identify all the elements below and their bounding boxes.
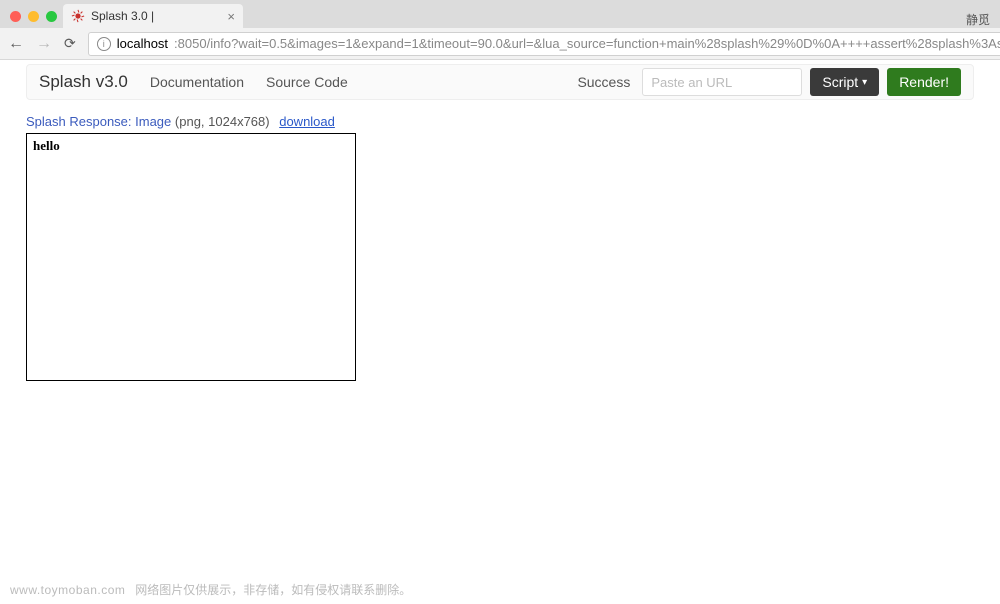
response-meta: (png, 1024x768): [175, 114, 270, 129]
reload-button[interactable]: ⟳: [64, 35, 76, 52]
rendered-image: hello: [26, 133, 356, 381]
status-badge: Success: [577, 74, 630, 90]
site-info-icon[interactable]: i: [97, 37, 111, 51]
forward-button[interactable]: →: [36, 35, 52, 53]
rendered-text: hello: [33, 138, 349, 154]
content-area: Splash Response: Image (png, 1024x768) d…: [0, 100, 1000, 395]
app-brand: Splash v3.0: [39, 72, 128, 92]
tab-title: Splash 3.0 |: [91, 9, 221, 23]
browser-tab[interactable]: Splash 3.0 | ×: [63, 4, 243, 28]
close-window-button[interactable]: [10, 11, 21, 22]
render-button[interactable]: Render!: [887, 68, 961, 96]
watermark-host: www.toymoban.com: [10, 583, 125, 597]
script-button-label: Script: [822, 74, 858, 90]
url-host: localhost: [117, 36, 168, 51]
render-button-label: Render!: [899, 74, 949, 90]
response-type: Image: [135, 114, 171, 129]
nav-link-source-code[interactable]: Source Code: [266, 74, 348, 90]
minimize-window-button[interactable]: [28, 11, 39, 22]
app-navbar: Splash v3.0 Documentation Source Code Su…: [26, 64, 974, 100]
response-header: Splash Response: Image (png, 1024x768) d…: [26, 114, 974, 129]
splash-favicon-icon: [71, 9, 85, 23]
back-button[interactable]: ←: [8, 35, 24, 53]
browser-profile-label: 静觅: [966, 7, 1000, 28]
browser-toolbar: ← → ⟳ i localhost :8050/info?wait=0.5&ima…: [0, 28, 1000, 60]
close-tab-icon[interactable]: ×: [227, 9, 235, 24]
watermark-note: 网络图片仅供展示，非存储，如有侵权请联系删除。: [135, 583, 411, 597]
caret-down-icon: ▾: [862, 77, 867, 88]
watermark: www.toymoban.com 网络图片仅供展示，非存储，如有侵权请联系删除。: [10, 581, 411, 598]
window-controls: [8, 11, 63, 28]
url-path: :8050/info?wait=0.5&images=1&expand=1&ti…: [174, 36, 1000, 51]
download-link[interactable]: download: [279, 114, 335, 129]
response-prefix: Splash Response:: [26, 114, 132, 129]
maximize-window-button[interactable]: [46, 11, 57, 22]
navbar-right: Success Script ▾ Render!: [577, 68, 961, 96]
url-input[interactable]: [642, 68, 802, 96]
browser-tab-strip: Splash 3.0 | × 静觅: [0, 0, 1000, 28]
script-dropdown-button[interactable]: Script ▾: [810, 68, 879, 96]
address-bar[interactable]: i localhost :8050/info?wait=0.5&images=1&…: [88, 32, 1000, 56]
nav-link-documentation[interactable]: Documentation: [150, 74, 244, 90]
